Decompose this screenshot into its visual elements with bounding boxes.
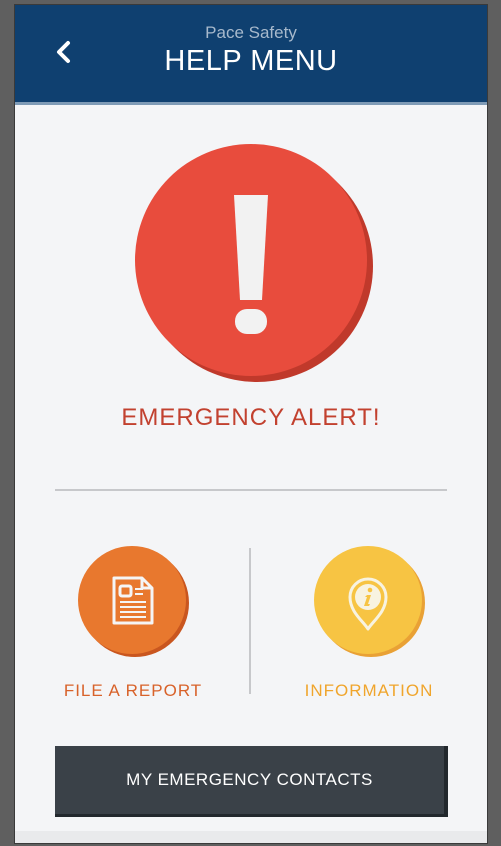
my-emergency-contacts-button[interactable]: MY EMERGENCY CONTACTS — [55, 746, 448, 817]
file-report-button[interactable] — [77, 545, 189, 657]
divider — [55, 489, 447, 491]
app-header: Pace Safety HELP MENU — [15, 5, 487, 105]
bottom-edge — [15, 831, 487, 843]
vertical-divider — [249, 548, 251, 694]
emergency-alert-label: EMERGENCY ALERT! — [121, 404, 381, 431]
app-name: Pace Safety — [205, 23, 297, 42]
emergency-alert-button[interactable] — [133, 142, 373, 382]
document-icon — [78, 546, 189, 657]
app-screen: Pace Safety HELP MENU EMERGENCY ALERT! F… — [15, 5, 487, 843]
file-report-label: FILE A REPORT — [63, 681, 203, 700]
my-emergency-contacts-label: MY EMERGENCY CONTACTS — [126, 770, 373, 789]
info-pin-icon — [314, 546, 425, 657]
information-label: INFORMATION — [304, 681, 434, 700]
information-button[interactable] — [313, 545, 425, 657]
exclamation-icon — [135, 144, 373, 382]
page-title: HELP MENU — [164, 45, 338, 77]
